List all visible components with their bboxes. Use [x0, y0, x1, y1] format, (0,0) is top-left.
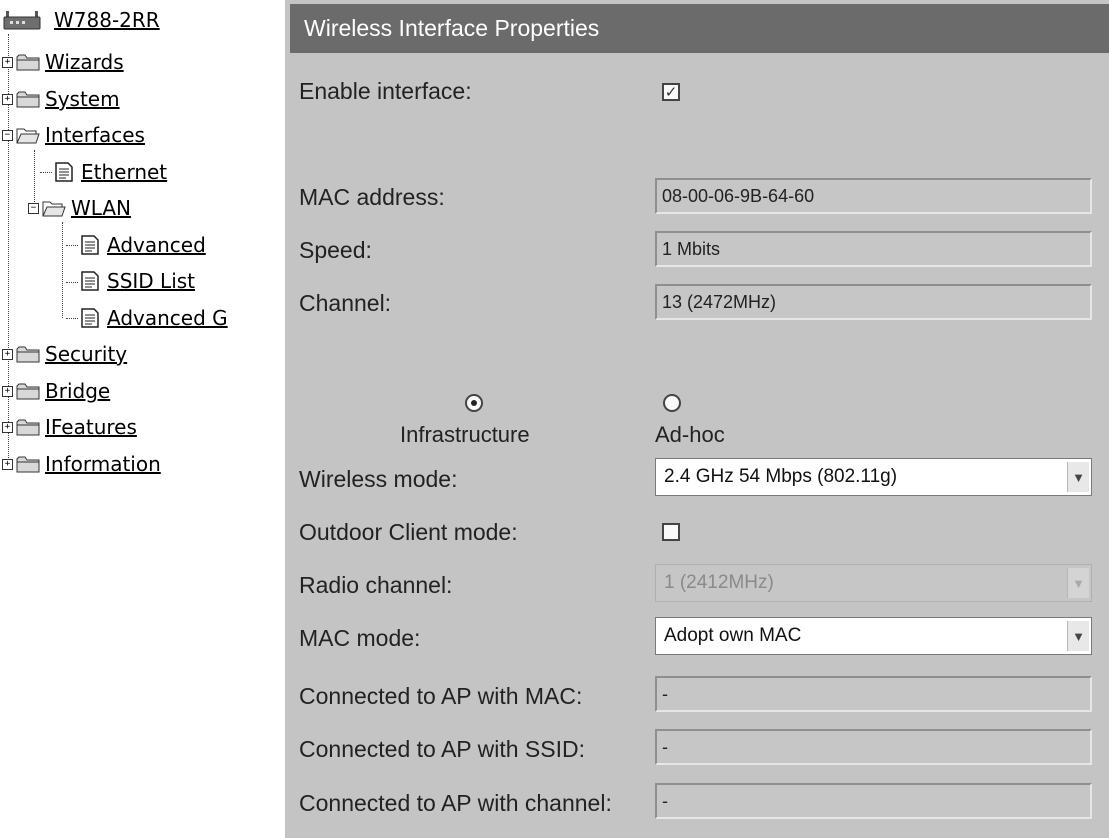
mac-mode-label: MAC mode:: [299, 625, 421, 651]
folder-icon: [16, 456, 40, 473]
tree-item-information[interactable]: + Information: [2, 450, 161, 478]
ap-channel-field: -: [655, 783, 1092, 819]
tree-connector: [66, 245, 78, 246]
collapse-icon[interactable]: −: [2, 129, 13, 141]
tree-root-device[interactable]: W788-2RR: [2, 6, 160, 34]
tree-connector: [66, 318, 78, 319]
speed-field: 1 Mbits: [655, 231, 1092, 267]
folder-icon: [16, 383, 40, 400]
tree-label-wizards[interactable]: Wizards: [45, 50, 124, 74]
wireless-properties-panel: Wireless Interface Properties Enable int…: [285, 0, 1109, 838]
tree-connector: [62, 222, 63, 318]
tree-label-security[interactable]: Security: [45, 342, 127, 366]
mac-address-label: MAC address:: [299, 184, 445, 210]
folder-icon: [16, 91, 40, 108]
tree-item-bridge[interactable]: + Bridge: [2, 377, 110, 405]
collapse-icon[interactable]: −: [28, 202, 39, 214]
tree-connector: [40, 172, 52, 173]
adhoc-radio[interactable]: [663, 394, 681, 412]
tree-label-advanced-g[interactable]: Advanced G: [107, 306, 228, 330]
infrastructure-radio-label: Infrastructure: [400, 422, 530, 447]
tree-label-advanced[interactable]: Advanced: [107, 233, 206, 257]
ap-ssid-label: Connected to AP with SSID:: [299, 736, 585, 762]
expand-icon[interactable]: +: [2, 348, 13, 360]
document-icon: [81, 271, 99, 291]
radio-channel-label: Radio channel:: [299, 572, 453, 598]
tree-label-wlan[interactable]: WLAN: [71, 196, 131, 220]
document-icon: [81, 308, 99, 328]
ap-channel-label: Connected to AP with channel:: [299, 790, 612, 816]
open-folder-icon: [16, 128, 40, 144]
chevron-down-icon[interactable]: ▼: [1067, 621, 1089, 651]
tree-label-information[interactable]: Information: [45, 452, 161, 476]
ap-mac-field: -: [655, 676, 1092, 712]
wireless-mode-label: Wireless mode:: [299, 466, 458, 492]
expand-icon[interactable]: +: [2, 385, 13, 397]
folder-icon: [16, 54, 40, 71]
infrastructure-radio[interactable]: [465, 394, 483, 412]
chevron-down-icon[interactable]: ▼: [1067, 462, 1089, 492]
radio-channel-select: 1 (2412MHz) ▼: [655, 564, 1092, 602]
tree-label-ifeatures[interactable]: IFeatures: [45, 415, 137, 439]
tree-item-advanced[interactable]: Advanced: [78, 231, 206, 259]
device-link[interactable]: W788-2RR: [54, 8, 160, 32]
wireless-mode-value: 2.4 GHz 54 Mbps (802.11g): [664, 466, 898, 487]
radio-channel-value: 1 (2412MHz): [664, 572, 774, 593]
channel-field: 13 (2472MHz): [655, 284, 1092, 320]
expand-icon[interactable]: +: [2, 56, 13, 68]
router-device-icon: [3, 11, 41, 30]
wireless-mode-select[interactable]: 2.4 GHz 54 Mbps (802.11g) ▼: [655, 458, 1092, 496]
document-icon: [55, 162, 73, 182]
tree-item-interfaces[interactable]: − Interfaces: [2, 121, 145, 149]
ap-ssid-field: -: [655, 729, 1092, 765]
tree-label-interfaces[interactable]: Interfaces: [45, 123, 145, 147]
folder-icon: [16, 346, 40, 363]
outdoor-client-mode-checkbox[interactable]: [662, 523, 680, 541]
page-title: Wireless Interface Properties: [290, 4, 1109, 53]
channel-label: Channel:: [299, 290, 392, 316]
tree-item-system[interactable]: + System: [2, 85, 120, 113]
expand-icon[interactable]: +: [2, 421, 13, 433]
adhoc-radio-label: Ad-hoc: [655, 422, 725, 447]
tree-item-wlan[interactable]: − WLAN: [28, 194, 131, 222]
mac-mode-select[interactable]: Adopt own MAC ▼: [655, 617, 1092, 655]
mac-mode-value: Adopt own MAC: [664, 625, 802, 646]
ap-mac-label: Connected to AP with MAC:: [299, 683, 583, 709]
tree-item-ifeatures[interactable]: + IFeatures: [2, 413, 137, 441]
outdoor-client-mode-label: Outdoor Client mode:: [299, 519, 518, 545]
document-icon: [81, 235, 99, 255]
tree-item-ethernet[interactable]: Ethernet: [52, 158, 167, 186]
tree-connector: [66, 282, 78, 283]
tree-item-ssid-list[interactable]: SSID List: [78, 267, 195, 295]
expand-icon[interactable]: +: [2, 458, 13, 470]
chevron-down-icon: ▼: [1067, 568, 1089, 598]
tree-label-ssid-list[interactable]: SSID List: [107, 269, 195, 293]
folder-icon: [16, 419, 40, 436]
tree-item-advanced-g[interactable]: Advanced G: [78, 304, 228, 332]
tree-label-bridge[interactable]: Bridge: [45, 379, 110, 403]
tree-item-security[interactable]: + Security: [2, 340, 127, 368]
enable-interface-checkbox[interactable]: ✓: [662, 83, 680, 101]
expand-icon[interactable]: +: [2, 93, 13, 105]
enable-interface-label: Enable interface:: [299, 78, 472, 104]
mac-address-field: 08-00-06-9B-64-60: [655, 178, 1092, 214]
speed-label: Speed:: [299, 237, 372, 263]
radio-selected-dot: [471, 400, 477, 406]
tree-label-system[interactable]: System: [45, 87, 120, 111]
open-folder-icon: [42, 201, 66, 217]
tree-label-ethernet[interactable]: Ethernet: [81, 160, 167, 184]
navigation-tree: W788-2RR + Wizards + System − Interfaces…: [0, 0, 284, 838]
tree-item-wizards[interactable]: + Wizards: [2, 48, 124, 76]
